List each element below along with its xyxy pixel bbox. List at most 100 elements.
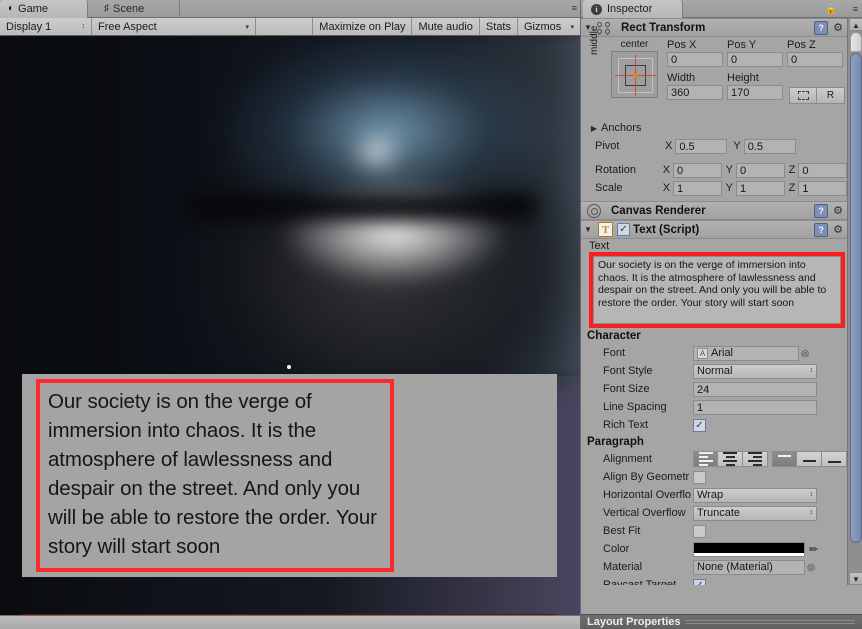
component-header-rect-transform[interactable]: ▼ Rect Transform ? ⚙ <box>581 18 847 37</box>
component-header-text-script[interactable]: ▼ T ✓ Text (Script) ? ⚙ <box>581 220 847 239</box>
eyedropper-icon[interactable]: ✏ <box>809 543 818 556</box>
alignment-row: Alignment <box>581 450 847 468</box>
scale-y-axis-label: Y <box>725 182 734 194</box>
gear-icon[interactable]: ⚙ <box>833 224 843 237</box>
tab-game[interactable]: ◐ Game <box>0 0 88 18</box>
component-title: Rect Transform <box>621 21 706 34</box>
rotation-x-input[interactable]: 0 <box>673 162 722 178</box>
tab-scene[interactable]: ♯ Scene <box>96 0 180 18</box>
align-middle-button[interactable] <box>797 451 822 467</box>
align-by-geometry-checkbox[interactable]: ✓ <box>693 470 706 484</box>
text-component-enabled-checkbox[interactable]: ✓ <box>617 223 630 236</box>
tab-inspector[interactable]: i Inspector <box>583 0 683 18</box>
material-row: Material None (Material) ◎ <box>581 558 847 576</box>
scale-z-input[interactable]: 1 <box>798 180 847 196</box>
lock-icon[interactable]: 🔒 <box>825 4 837 15</box>
display-selector[interactable]: Display 1 ↕ <box>0 18 92 35</box>
best-fit-row: Best Fit ✓ <box>581 522 847 540</box>
scroll-up-arrow-icon[interactable]: ▲ <box>849 18 862 31</box>
font-object-field[interactable]: A Arial <box>693 345 799 361</box>
scale-z-axis-label: Z <box>788 182 796 194</box>
component-title: Text (Script) <box>633 223 700 236</box>
raw-edit-mode-button[interactable]: R <box>817 87 845 104</box>
text-field-label-row: Text <box>581 239 847 252</box>
align-center-button[interactable] <box>718 451 743 467</box>
layout-properties-header[interactable]: Layout Properties <box>581 614 862 629</box>
anchor-preset-vertical-label: middle <box>589 25 600 55</box>
inspector-scrollbar[interactable]: ▲ ▼ <box>847 18 862 585</box>
align-bottom-button[interactable] <box>822 451 847 467</box>
width-input[interactable]: 360 <box>667 85 723 100</box>
material-object-field[interactable]: None (Material) <box>693 559 805 575</box>
best-fit-checkbox[interactable]: ✓ <box>693 524 706 538</box>
gear-icon[interactable]: ⚙ <box>833 205 843 218</box>
anchor-preset-button[interactable] <box>611 51 658 98</box>
rotation-z-input[interactable]: 0 <box>798 162 847 178</box>
scroll-down-arrow-icon[interactable]: ▼ <box>849 572 862 585</box>
help-icon[interactable]: ? <box>814 223 829 237</box>
font-size-label: Font Size <box>603 383 650 395</box>
stats-label: Stats <box>485 20 511 33</box>
scrollbar-thumb[interactable] <box>850 53 862 543</box>
gear-icon[interactable]: ⚙ <box>833 22 843 35</box>
pos-x-input[interactable]: 0 <box>667 52 723 67</box>
align-top-button[interactable] <box>772 451 797 467</box>
rotation-z-axis-label: Z <box>788 164 796 176</box>
vertical-overflow-dropdown[interactable]: Truncate ↕ <box>693 505 817 521</box>
scrollbar-track-top <box>850 32 862 52</box>
inspector-tabstrip: i Inspector 🔒 ≡ <box>581 0 862 18</box>
maximize-on-play-button[interactable]: Maximize on Play <box>313 18 413 35</box>
tab-scene-label: Scene <box>113 3 145 15</box>
aspect-selector[interactable]: Free Aspect ▾ <box>92 18 256 35</box>
pos-z-input[interactable]: 0 <box>787 52 843 67</box>
foldout-triangle-icon[interactable]: ▶ <box>587 124 601 133</box>
text-label: Text <box>589 240 610 252</box>
display-selector-label: Display 1 <box>6 20 52 33</box>
text-value-textarea[interactable]: Our society is on the verge of immersion… <box>593 256 841 324</box>
scale-x-axis-label: X <box>662 182 671 194</box>
pivot-x-input[interactable]: 0.5 <box>675 138 728 154</box>
color-alpha-bar <box>694 552 804 556</box>
best-fit-label: Best Fit <box>603 525 641 537</box>
material-picker-button[interactable]: ◎ <box>805 562 817 573</box>
horizontal-overflow-dropdown[interactable]: Wrap ↕ <box>693 487 817 503</box>
font-style-label: Font Style <box>603 365 653 377</box>
anchors-foldout-row[interactable]: ▶ Anchors <box>581 119 847 137</box>
mute-audio-button[interactable]: Mute audio <box>412 18 480 35</box>
raycast-target-label: Raycast Target <box>603 579 677 585</box>
help-icon[interactable]: ? <box>814 21 829 35</box>
text-component-icon: T <box>598 222 613 237</box>
rotation-y-input[interactable]: 0 <box>736 162 785 178</box>
pos-y-input[interactable]: 0 <box>727 52 783 67</box>
game-panel-menu-icon[interactable]: ≡ <box>563 4 577 14</box>
gizmos-button[interactable]: Gizmos ▾ <box>518 18 580 35</box>
height-input[interactable]: 170 <box>727 85 783 100</box>
rich-text-label: Rich Text <box>603 419 649 431</box>
font-size-input[interactable]: 24 <box>693 381 817 397</box>
font-picker-button[interactable]: ◎ <box>799 348 811 359</box>
foldout-triangle-icon[interactable]: ▼ <box>581 225 595 234</box>
scene-white-dot <box>287 365 291 369</box>
raycast-target-checkbox[interactable]: ✓ <box>693 578 706 585</box>
stats-button[interactable]: Stats <box>479 18 518 35</box>
pivot-label: Pivot <box>595 140 620 152</box>
scale-y-input[interactable]: 1 <box>736 180 785 196</box>
line-spacing-input[interactable]: 1 <box>693 399 817 415</box>
pos-z-label: Pos Z <box>787 39 816 51</box>
inspector-menu-icon[interactable]: ≡ <box>853 4 858 14</box>
color-swatch[interactable] <box>693 541 805 557</box>
font-style-dropdown[interactable]: Normal ↕ <box>693 363 817 379</box>
align-left-button[interactable] <box>693 451 718 467</box>
raycast-target-row: Raycast Target ✓ <box>581 576 847 585</box>
vertical-overflow-value: Truncate <box>697 507 741 519</box>
align-right-button[interactable] <box>743 451 768 467</box>
blueprint-mode-button[interactable] <box>789 87 817 104</box>
scale-x-input[interactable]: 1 <box>673 180 722 196</box>
component-header-canvas-renderer[interactable]: Canvas Renderer ? ⚙ <box>581 201 847 220</box>
pivot-y-input[interactable]: 0.5 <box>743 138 796 154</box>
color-row: Color ✏ <box>581 540 847 558</box>
help-icon[interactable]: ? <box>814 204 829 218</box>
game-view[interactable]: Our society is on the verge of immersion… <box>0 36 580 615</box>
rich-text-checkbox[interactable]: ✓ <box>693 418 706 432</box>
layout-properties-rule <box>685 620 855 624</box>
